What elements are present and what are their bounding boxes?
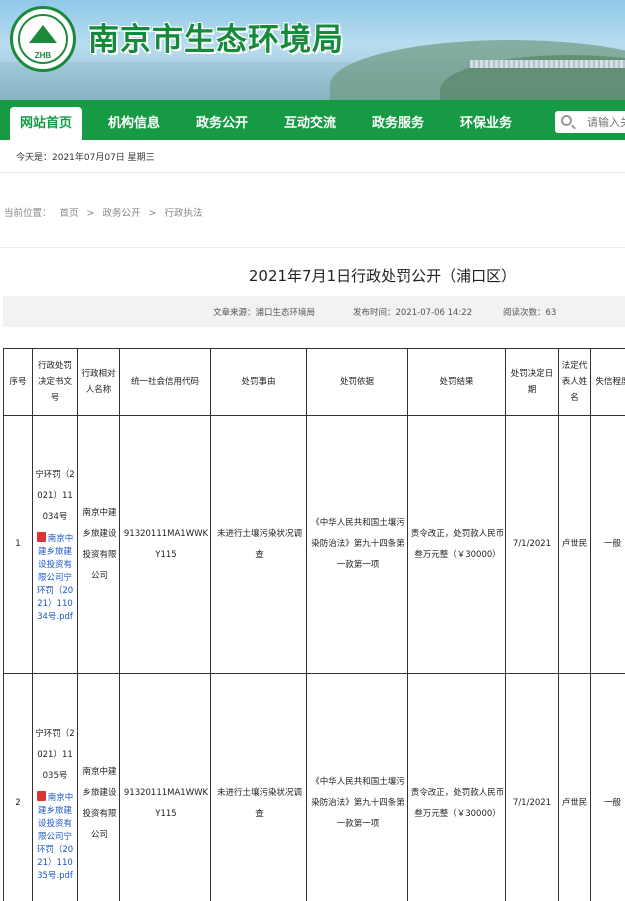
attachment-link[interactable]: 南京中建乡旅建设投资有限公司宁环罚（2021）11034号.pdf xyxy=(35,532,75,624)
column-header: 行政处罚决定书文号 xyxy=(32,348,78,416)
nav-item-environment-business[interactable]: 环保业务 xyxy=(460,100,512,140)
penalty-result: 责令改正，处罚款人民币叁万元整（￥30000） xyxy=(407,415,506,674)
divider xyxy=(0,172,625,173)
article-view-count: 阅读次数：63 xyxy=(503,308,557,318)
table-header-row: 序号 行政处罚决定书文号 行政相对人名称 统一社会信用代码 处罚事由 处罚依据 … xyxy=(3,348,625,416)
credit-level: 一般 xyxy=(590,673,625,901)
column-header: 处罚事由 xyxy=(210,348,307,416)
logo-text: ZHB xyxy=(34,51,52,60)
party-name: 南京中建乡旅建设投资有限公司 xyxy=(77,673,120,901)
decision-date: 7/1/2021 xyxy=(505,415,559,674)
column-header: 处罚决定日期 xyxy=(505,348,559,416)
party-name: 南京中建乡旅建设投资有限公司 xyxy=(77,415,120,674)
attachment-link[interactable]: 南京中建乡旅建设投资有限公司宁环罚（2021）11035号.pdf xyxy=(35,791,75,883)
breadcrumb-law-enforcement[interactable]: 行政执法 xyxy=(164,208,202,219)
attachment-link-text[interactable]: 南京中建乡旅建设投资有限公司宁环罚（2021）11034号.pdf xyxy=(37,534,73,622)
penalty-result: 责令改正，处罚款人民币叁万元整（￥30000） xyxy=(407,673,506,901)
divider xyxy=(0,247,625,248)
banner-skyline xyxy=(470,60,625,68)
column-header: 法定代表人姓名 xyxy=(558,348,591,416)
article-publish-time: 发布时间：2021-07-06 14:22 xyxy=(353,308,473,318)
table-row: 2 宁环罚（2021）11035号 南京中建乡旅建设投资有限公司宁环罚（2021… xyxy=(3,673,625,901)
row-number: 2 xyxy=(3,673,33,901)
column-header: 失信程度 xyxy=(590,348,625,416)
nav-item-services[interactable]: 政务服务 xyxy=(372,100,424,140)
credit-code: 91320111MA1WWKY115 xyxy=(119,415,211,674)
attachment-link-text[interactable]: 南京中建乡旅建设投资有限公司宁环罚（2021）11035号.pdf xyxy=(37,793,73,881)
search-icon[interactable] xyxy=(561,115,572,126)
decision-date: 7/1/2021 xyxy=(505,673,559,901)
decision-doc-number: 宁环罚（2021）11034号 xyxy=(35,470,75,522)
penalty-reason: 未进行土壤污染状况调查 xyxy=(210,415,307,674)
column-header: 行政相对人名称 xyxy=(77,348,120,416)
nav-item-organization[interactable]: 机构信息 xyxy=(108,100,160,140)
credit-code: 91320111MA1WWKY115 xyxy=(119,673,211,901)
penalty-basis: 《中华人民共和国土壤污染防治法》第九十四条第一款第一项 xyxy=(306,673,408,901)
logo-mountain-icon xyxy=(29,25,57,43)
breadcrumb-separator: > xyxy=(148,208,157,219)
column-header: 处罚依据 xyxy=(306,348,408,416)
credit-level: 一般 xyxy=(590,415,625,674)
column-header: 处罚结果 xyxy=(407,348,506,416)
breadcrumb-label: 当前位置： xyxy=(4,208,52,219)
column-header: 统一社会信用代码 xyxy=(119,348,211,416)
penalty-basis: 《中华人民共和国土壤污染防治法》第九十四条第一款第一项 xyxy=(306,415,408,674)
decision-doc-number: 宁环罚（2021）11035号 xyxy=(35,729,75,781)
column-header: 序号 xyxy=(3,348,33,416)
breadcrumb: 当前位置： 首页 > 政务公开 > 行政执法 xyxy=(4,205,211,219)
nav-item-interaction[interactable]: 互动交流 xyxy=(284,100,336,140)
current-date: 今天是：2021年07月07日 星期三 xyxy=(16,153,155,163)
row-number: 1 xyxy=(3,415,33,674)
site-title[interactable]: 南京市生态环境局 xyxy=(88,14,344,59)
penalty-table: 序号 行政处罚决定书文号 行政相对人名称 统一社会信用代码 处罚事由 处罚依据 … xyxy=(3,348,625,901)
legal-representative: 卢世民 xyxy=(558,415,591,674)
pdf-icon xyxy=(36,532,46,542)
nav-item-government-affairs[interactable]: 政务公开 xyxy=(196,100,248,140)
table-row: 1 宁环罚（2021）11034号 南京中建乡旅建设投资有限公司宁环罚（2021… xyxy=(3,415,625,674)
site-banner: ZHB 南京市生态环境局 xyxy=(0,0,625,100)
search-box xyxy=(555,111,625,133)
main-nav: 网站首页 机构信息 政务公开 互动交流 政务服务 环保业务 xyxy=(0,100,625,140)
search-input[interactable] xyxy=(587,111,625,133)
pdf-icon xyxy=(36,791,46,801)
decision-doc-cell: 宁环罚（2021）11034号 南京中建乡旅建设投资有限公司宁环罚（2021）1… xyxy=(32,415,78,674)
site-logo[interactable]: ZHB xyxy=(10,6,76,72)
nav-item-home[interactable]: 网站首页 xyxy=(10,107,83,140)
breadcrumb-government-affairs[interactable]: 政务公开 xyxy=(103,208,141,219)
article-meta: 文章来源：浦口生态环境局 发布时间：2021-07-06 14:22 阅读次数：… xyxy=(3,296,625,327)
breadcrumb-home[interactable]: 首页 xyxy=(60,208,79,219)
legal-representative: 卢世民 xyxy=(558,673,591,901)
decision-doc-cell: 宁环罚（2021）11035号 南京中建乡旅建设投资有限公司宁环罚（2021）1… xyxy=(32,673,78,901)
breadcrumb-separator: > xyxy=(86,208,95,219)
article-source: 文章来源：浦口生态环境局 xyxy=(213,308,316,318)
article-title: 2021年7月1日行政处罚公开（浦口区） xyxy=(248,267,517,285)
penalty-reason: 未进行土壤污染状况调查 xyxy=(210,673,307,901)
